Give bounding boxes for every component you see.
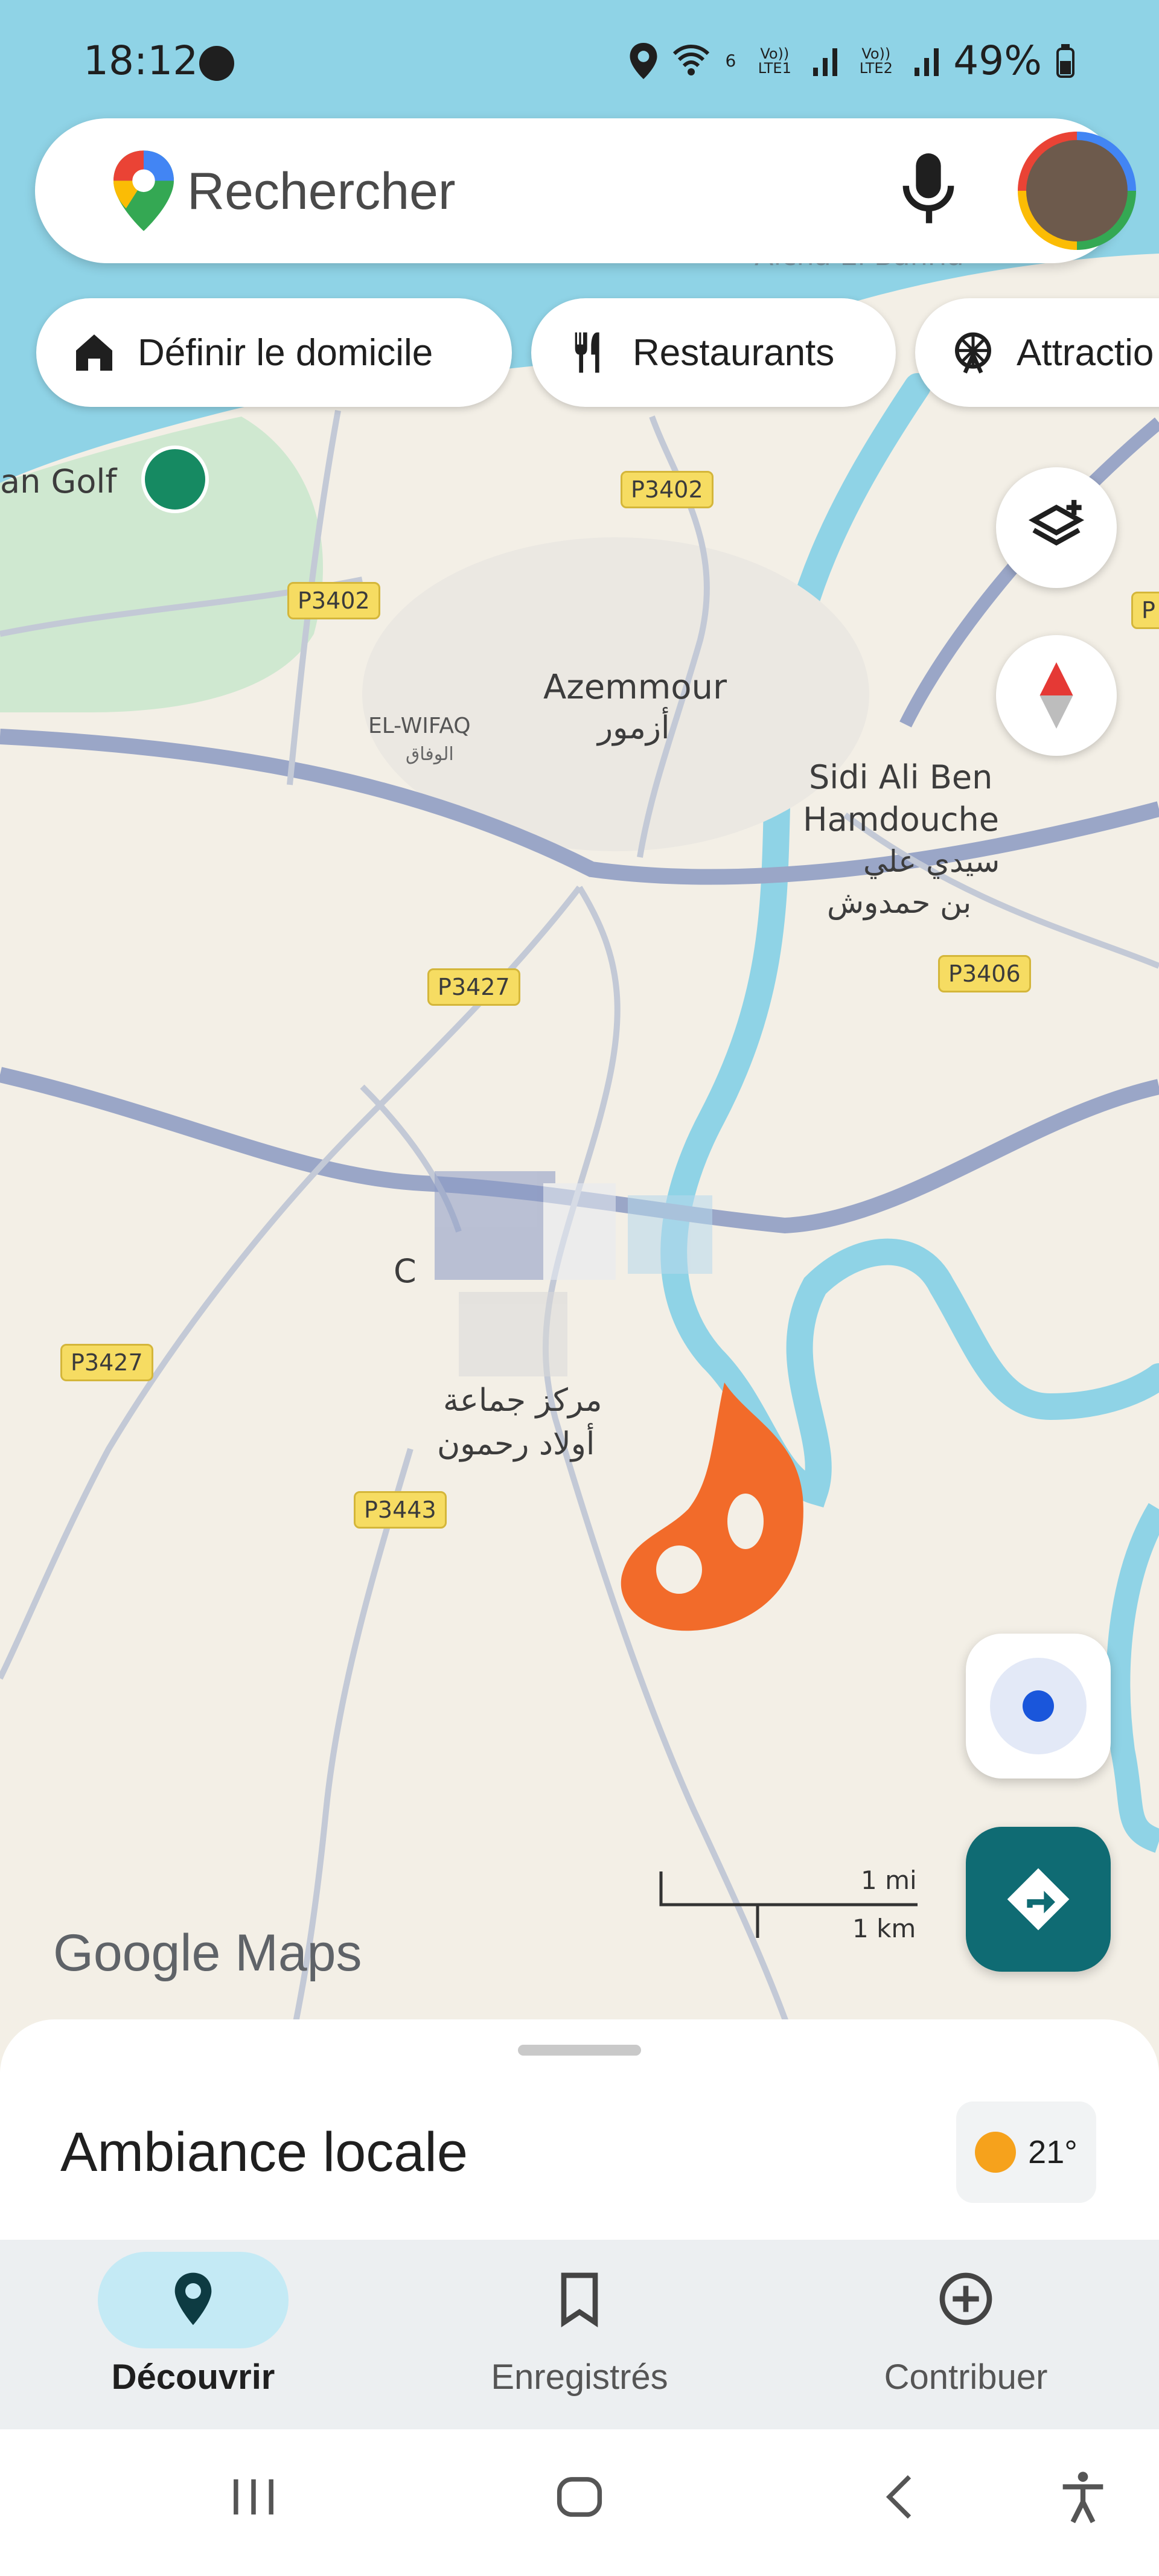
- place-label-el-wifaq-ar: الوفاق: [406, 744, 454, 765]
- sun-icon: [975, 2132, 1017, 2173]
- scale-mi: 1 mi: [861, 1865, 917, 1895]
- place-label-golf[interactable]: an Golf: [0, 462, 117, 500]
- fork-knife-icon: [575, 332, 599, 373]
- battery-icon: [1056, 43, 1074, 78]
- signal-icon: [813, 48, 838, 76]
- temperature: 21°: [1028, 2134, 1078, 2170]
- location-icon: [630, 42, 657, 79]
- recents-icon[interactable]: [223, 2467, 284, 2527]
- road-badge-p3443: P3443: [354, 1491, 447, 1529]
- layers-icon: [1028, 500, 1085, 546]
- directions-button[interactable]: [966, 1827, 1111, 1972]
- golf-icon[interactable]: [141, 446, 209, 513]
- nav-contribute[interactable]: Contribuer: [773, 2240, 1159, 2429]
- place-label-el-wifaq: EL-WIFAQ: [368, 714, 471, 738]
- sim1-label: Vo)) LTE1: [758, 45, 791, 77]
- chip-label: Restaurants: [633, 331, 835, 374]
- status-time: 18:12: [83, 37, 199, 84]
- road-badge-p3402: P3402: [621, 471, 714, 508]
- weather-badge[interactable]: 21°: [956, 2101, 1096, 2203]
- directions-icon: [1007, 1868, 1070, 1931]
- place-label-azemmour[interactable]: Azemmour: [543, 668, 727, 707]
- accessibility-icon[interactable]: [1053, 2467, 1113, 2527]
- home-icon: [76, 334, 112, 371]
- signal-icon: [915, 48, 939, 76]
- search-input[interactable]: Rechercher: [187, 162, 456, 222]
- road-badge-p3406: P3406: [938, 955, 1031, 992]
- sheet-handle[interactable]: [518, 2045, 641, 2056]
- category-chips: Définir le domicile Restaurants Attracti…: [0, 298, 1159, 409]
- messenger-icon: [199, 46, 234, 81]
- location-dot: [1023, 1690, 1054, 1722]
- scale-km: 1 km: [852, 1914, 916, 1943]
- road-badge-p3427: P3427: [427, 968, 520, 1006]
- wifi-badge: 6: [725, 51, 736, 71]
- place-label-center-letter: C: [394, 1252, 417, 1290]
- nav-label: Enregistrés: [491, 2357, 668, 2397]
- road-badge-edge: P: [1131, 592, 1159, 629]
- back-icon[interactable]: [872, 2467, 932, 2527]
- home-nav-icon[interactable]: [548, 2467, 611, 2527]
- search-bar[interactable]: Rechercher: [35, 118, 1136, 263]
- ferris-wheel-icon: [955, 332, 991, 374]
- place-label-azemmour-ar: أزمور: [598, 710, 670, 746]
- compass-icon: [1039, 662, 1073, 729]
- maps-pin-icon: [113, 150, 174, 231]
- bookmark-icon: [561, 2272, 598, 2328]
- nav-saved[interactable]: Enregistrés: [386, 2240, 773, 2429]
- nav-label: Contribuer: [884, 2357, 1048, 2397]
- place-label-sidi-ali[interactable]: Sidi Ali Ben: [809, 758, 992, 796]
- place-label-markaz-ar-2: أولاد رحمون: [437, 1426, 595, 1462]
- chip-label: Attractio: [1017, 331, 1154, 374]
- chip-restaurants[interactable]: Restaurants: [531, 298, 896, 407]
- place-label-markaz-ar: مركز جماعة: [443, 1382, 602, 1419]
- explore-pin-icon: [174, 2272, 212, 2325]
- chip-set-home[interactable]: Définir le domicile: [36, 298, 512, 407]
- battery-percent: 49%: [953, 37, 1042, 84]
- bottom-nav: Découvrir Enregistrés Contribuer: [0, 2240, 1159, 2429]
- google-maps-brand: Google Maps: [53, 1924, 362, 1982]
- chip-label: Définir le domicile: [138, 331, 433, 374]
- bottom-sheet[interactable]: Ambiance locale 21°: [0, 2019, 1159, 2240]
- road-badge-p3427: P3427: [60, 1344, 153, 1381]
- place-label-sidi-ali-ar: سيدي علي: [863, 844, 1000, 879]
- compass-button[interactable]: [996, 635, 1117, 756]
- road-badge-p3402: P3402: [287, 582, 380, 619]
- wifi-icon: [673, 44, 710, 75]
- account-avatar[interactable]: [1018, 132, 1136, 250]
- add-circle-icon: [939, 2272, 992, 2325]
- nav-label: Découvrir: [111, 2357, 275, 2397]
- layers-button[interactable]: [996, 467, 1117, 588]
- sheet-title: Ambiance locale: [60, 2121, 468, 2183]
- my-location-button[interactable]: [966, 1634, 1111, 1779]
- place-label-sidi-ali-2: Hamdouche: [803, 801, 999, 839]
- nav-explore[interactable]: Découvrir: [0, 2240, 386, 2429]
- microphone-icon[interactable]: [898, 153, 959, 228]
- sim2-label: Vo)) LTE2: [859, 45, 893, 77]
- status-bar: 18:12 6 Vo)) LTE1 Vo)) LTE2 49%: [0, 0, 1159, 127]
- place-label-sidi-ali-ar-2: بن حمدوش: [827, 885, 972, 920]
- chip-attractions[interactable]: Attractio: [915, 298, 1159, 407]
- system-nav-bar: [0, 2429, 1159, 2576]
